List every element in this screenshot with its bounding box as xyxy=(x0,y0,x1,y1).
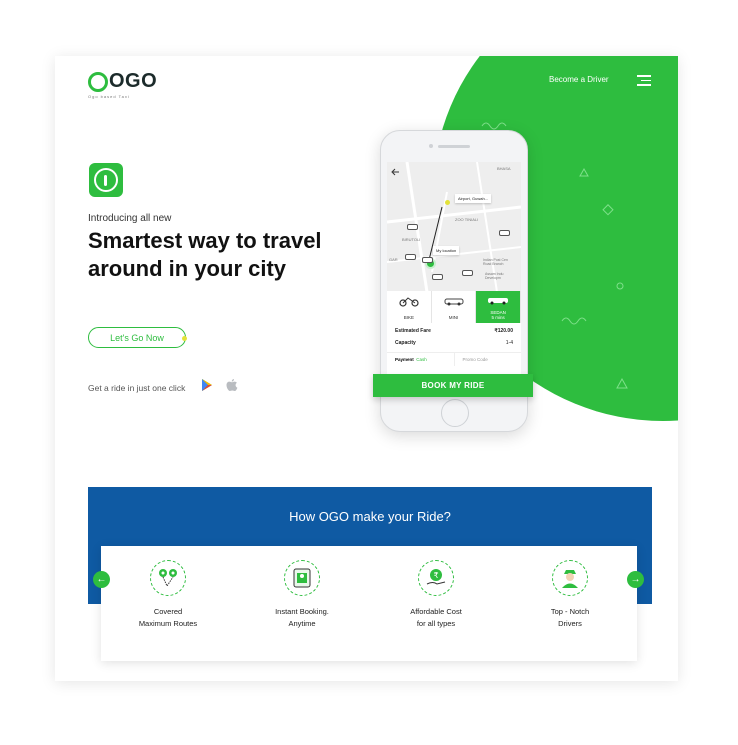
feature-item: ₹ Affordable Cost for all types xyxy=(369,546,503,661)
phone-speaker xyxy=(438,145,470,148)
cta-dot xyxy=(182,336,187,341)
carousel-prev-arrow-icon[interactable]: ← xyxy=(93,571,110,588)
become-driver-link[interactable]: Become a Driver xyxy=(549,75,609,84)
book-my-ride-button[interactable]: BOOK MY RIDE xyxy=(373,374,533,397)
hamburger-menu-icon[interactable] xyxy=(637,75,651,89)
vehicle-label: MINI xyxy=(448,315,459,320)
hero-intro: Introducing all new xyxy=(88,213,172,224)
map-label: BHASA xyxy=(497,166,511,171)
feature-item: Top - Notch Drivers xyxy=(503,546,637,661)
phone-home-button xyxy=(441,399,469,427)
payment-label: Payment xyxy=(395,357,414,362)
capacity-label: Capacity xyxy=(395,340,416,346)
carousel-next-arrow-icon[interactable]: → xyxy=(627,571,644,588)
phone-camera xyxy=(429,144,433,148)
brand-name: OGO xyxy=(109,70,158,92)
fare-details: Estimated Fare ₹120.00 Capacity 1-4 xyxy=(387,325,521,349)
hero-headline: Smartest way to travel around in your ci… xyxy=(88,228,322,281)
sedan-icon xyxy=(488,298,509,305)
map-label: ZOO TINIALI xyxy=(455,217,479,222)
rupee-coin-hand-icon: ₹ xyxy=(418,560,454,596)
section-title: How OGO make your Ride? xyxy=(289,509,451,524)
route-pins-icon xyxy=(150,560,186,596)
vehicle-selector: BIKE MINI SEDAN 5 mins xyxy=(387,291,521,323)
destination-bubble[interactable]: Airport, Guwah... xyxy=(455,194,492,203)
my-location-bubble[interactable]: My location xyxy=(433,246,460,255)
feature-line1: Top - Notch xyxy=(550,607,590,616)
car-icon xyxy=(407,224,418,230)
lets-go-now-button[interactable]: Let's Go Now xyxy=(88,327,186,348)
car-icon xyxy=(422,257,433,263)
destination-pin-icon xyxy=(445,200,450,205)
vehicle-option-sedan[interactable]: SEDAN 5 mins xyxy=(476,291,521,323)
feature-item: Covered Maximum Routes xyxy=(101,546,235,661)
features-card: Covered Maximum Routes Instant Booking. An… xyxy=(101,546,637,661)
brand-logo[interactable]: OGO Ogo based Taxi xyxy=(88,70,157,99)
car-icon xyxy=(462,270,473,276)
capacity-value: 1-4 xyxy=(505,340,513,346)
feature-line2: for all types xyxy=(416,619,456,628)
landing-page: OGO Ogo based Taxi Become a Driver Intro… xyxy=(55,56,678,681)
car-icon xyxy=(499,230,510,236)
payment-row: Payment Cash Promo Code xyxy=(387,352,521,366)
feature-line2: Anytime xyxy=(288,619,316,628)
apple-icon[interactable] xyxy=(226,378,238,392)
logo-ring-icon xyxy=(88,71,108,92)
promo-code-field[interactable]: Promo Code xyxy=(453,353,522,366)
map-label: BIRUTOLI xyxy=(402,237,421,242)
feature-line2: Drivers xyxy=(558,619,582,628)
back-arrow-icon[interactable] xyxy=(391,167,401,177)
bike-icon xyxy=(399,297,419,307)
vehicle-label: BIKE xyxy=(403,315,414,320)
driver-icon xyxy=(552,560,588,596)
decorative-waves-2 xyxy=(561,317,587,325)
map-label: Indian Post Cen Road Branch xyxy=(483,258,508,266)
feature-line1: Instant Booking. xyxy=(275,607,329,616)
map-tablet-icon xyxy=(284,560,320,596)
google-play-icon[interactable] xyxy=(201,378,213,392)
feature-line2: Maximum Routes xyxy=(138,619,198,628)
payment-value: Cash xyxy=(416,357,427,362)
payment-selector[interactable]: Payment Cash xyxy=(387,353,454,366)
vehicle-eta: 5 mins xyxy=(491,315,505,320)
feature-item: Instant Booking. Anytime xyxy=(235,546,369,661)
vehicle-option-bike[interactable]: BIKE xyxy=(387,291,432,323)
brand-tagline: Ogo based Taxi xyxy=(88,94,130,99)
car-icon xyxy=(444,298,463,306)
feature-line1: Covered xyxy=(153,607,183,616)
fare-label: Estimated Fare xyxy=(395,328,431,334)
app-icon xyxy=(89,163,123,197)
fare-value: ₹120.00 xyxy=(494,328,513,334)
feature-line1: Affordable Cost xyxy=(410,607,462,616)
map-view[interactable]: BHASA Airport, Guwah... ZOO TINIALI BIRU… xyxy=(387,162,521,292)
car-icon xyxy=(432,274,443,280)
store-prompt: Get a ride in just one click xyxy=(88,383,186,393)
map-label: Assam Indu Developm xyxy=(485,272,504,280)
phone-screen: BHASA Airport, Guwah... ZOO TINIALI BIRU… xyxy=(387,162,521,380)
decorative-triangle xyxy=(616,377,628,389)
car-icon xyxy=(405,254,416,260)
vehicle-option-mini[interactable]: MINI xyxy=(431,291,477,323)
svg-text:₹: ₹ xyxy=(433,571,438,580)
map-label: GAR xyxy=(389,257,398,262)
